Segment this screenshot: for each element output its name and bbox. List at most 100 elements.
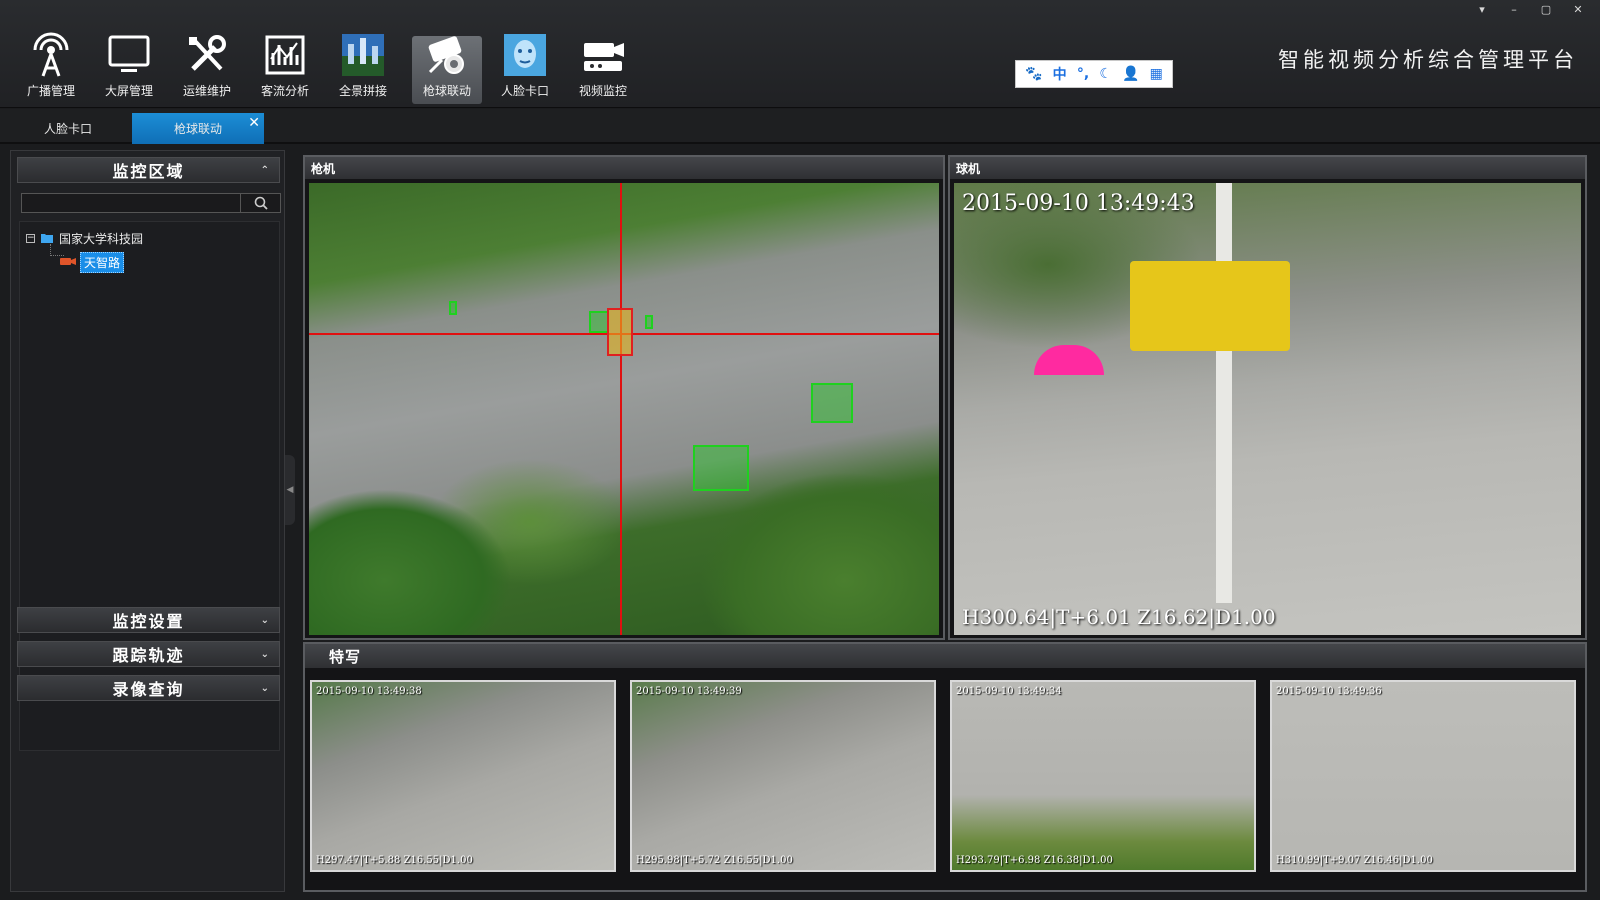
thumb-ptz: H297.47|T+5.88 Z16.55|D1.00 (316, 855, 473, 866)
video-frame: 2015-09-10 13:49:43 H300.64|T+6.01 Z16.6… (954, 183, 1581, 635)
chart-icon (260, 30, 310, 80)
toolbar-broadcast[interactable]: 广播管理 (16, 30, 86, 106)
target-box[interactable] (449, 301, 457, 315)
monitor-icon (104, 30, 154, 80)
gun-camera-video[interactable] (309, 183, 939, 635)
paw-icon[interactable]: 🐾 (1025, 66, 1042, 82)
thumb-ptz: H295.98|T+5.72 Z16.55|D1.00 (636, 855, 793, 866)
toolbar-camera-linkage[interactable]: 枪球联动 (412, 36, 482, 104)
ime-toolbar: 🐾 中 °, ☾ 👤 ▦ (1015, 60, 1173, 88)
menu-dropdown-icon[interactable]: ▾ (1468, 0, 1496, 18)
panel-splitter[interactable]: ◀ (285, 455, 295, 525)
punctuation-toggle[interactable]: °, (1077, 66, 1089, 82)
close-icon[interactable]: ✕ (248, 115, 260, 131)
search-input[interactable] (22, 194, 240, 212)
toolbar-label: 大屏管理 (104, 84, 153, 98)
toolbar-label: 广播管理 (26, 84, 75, 98)
panorama-icon (338, 30, 388, 80)
monitor-settings-header[interactable]: 监控设置 ⌄ (17, 607, 280, 633)
user-icon[interactable]: 👤 (1122, 66, 1139, 82)
left-panel: 监控区域 ⌃ − 国家大学科技园 天智路 监控设置 ⌄ 跟踪轨迹 ⌄ 录像查询 … (10, 150, 285, 892)
section-title: 监控区域 (112, 162, 185, 181)
video-frame (632, 682, 934, 870)
toolbar-maintenance[interactable]: 运维维护 (172, 30, 242, 106)
target-box[interactable] (589, 311, 609, 333)
ime-chinese-toggle[interactable]: 中 (1053, 64, 1067, 84)
toolbar-label: 枪球联动 (422, 84, 471, 98)
ball-camera-panel: 球机 2015-09-10 13:49:43 H300.64|T+6.01 Z1… (948, 155, 1587, 640)
toolbar-bigscreen[interactable]: 大屏管理 (94, 30, 164, 106)
thumb-timestamp: 2015-09-10 13:49:38 (316, 686, 422, 697)
tab-bar: 人脸卡口 枪球联动 ✕ (0, 109, 1600, 144)
toolbar-label: 视频监控 (578, 84, 627, 98)
video-frame (952, 682, 1254, 870)
search-icon[interactable] (240, 194, 280, 212)
panel-title: 特写 (305, 644, 1585, 668)
crosshair-vertical (620, 183, 622, 635)
tab-face-checkpoint[interactable]: 人脸卡口 (6, 113, 130, 144)
toolbar-label: 运维维护 (182, 84, 231, 98)
closeup-panel: 特写 2015-09-10 13:49:38 H297.47|T+5.88 Z1… (303, 642, 1587, 892)
collapse-icon[interactable]: − (26, 234, 35, 243)
tree-node-label: 国家大学科技园 (59, 232, 144, 246)
maximize-button[interactable]: ▢ (1532, 0, 1560, 18)
app-title: 智能视频分析综合管理平台 (1278, 48, 1578, 72)
area-tree: − 国家大学科技园 天智路 (19, 221, 280, 751)
closeup-thumb[interactable]: 2015-09-10 13:49:34 H293.79|T+6.98 Z16.3… (950, 680, 1256, 872)
tab-camera-linkage[interactable]: 枪球联动 ✕ (132, 113, 264, 144)
video-frame (312, 682, 614, 870)
main-toolbar: ▾ – ▢ ✕ 广播管理 大屏管理 运维维护 客流分析 全景拼接 枪球联动 人脸… (0, 0, 1600, 108)
tab-label: 枪球联动 (173, 122, 222, 136)
thumb-timestamp: 2015-09-10 13:49:34 (956, 686, 1062, 697)
section-title: 跟踪轨迹 (112, 646, 185, 665)
thumb-ptz: H293.79|T+6.98 Z16.38|D1.00 (956, 855, 1113, 866)
tracking-trail-header[interactable]: 跟踪轨迹 ⌄ (17, 641, 280, 667)
chevron-down-icon: ⌄ (260, 614, 271, 626)
section-title: 录像查询 (112, 680, 185, 699)
tree-node-label: 天智路 (80, 252, 125, 273)
ball-camera-timestamp: 2015-09-10 13:49:43 (962, 191, 1195, 216)
closeup-thumb[interactable]: 2015-09-10 13:49:38 H297.47|T+5.88 Z16.5… (310, 680, 616, 872)
tree-node-root[interactable]: − 国家大学科技园 (26, 230, 143, 247)
monitor-area-header[interactable]: 监控区域 ⌃ (17, 157, 280, 183)
window-controls: ▾ – ▢ ✕ (1468, 0, 1592, 18)
closeup-thumb[interactable]: 2015-09-10 13:49:39 H295.98|T+5.72 Z16.5… (630, 680, 936, 872)
panel-title: 枪机 (305, 157, 943, 179)
chevron-down-icon: ⌄ (260, 682, 271, 694)
ball-camera-ptz: H300.64|T+6.01 Z16.62|D1.00 (962, 605, 1276, 629)
toolbar-flow-analysis[interactable]: 客流分析 (250, 30, 320, 106)
minimize-button[interactable]: – (1500, 0, 1528, 18)
delivery-cart (1130, 261, 1290, 351)
gun-camera-panel: 枪机 (303, 155, 945, 640)
closeup-thumb[interactable]: 2015-09-10 13:49:36 H310.99|T+9.07 Z16.4… (1270, 680, 1576, 872)
search-box (21, 193, 281, 213)
toolbar-video-monitor[interactable]: 视频监控 (568, 30, 638, 106)
face-icon (500, 30, 550, 80)
pole (1216, 183, 1232, 603)
moon-icon[interactable]: ☾ (1099, 66, 1112, 82)
chevron-down-icon: ⌄ (260, 648, 271, 660)
target-box[interactable] (645, 315, 653, 329)
camera-icon (60, 256, 76, 270)
thumb-timestamp: 2015-09-10 13:49:36 (1276, 686, 1382, 697)
tree-node-child[interactable]: 天智路 (60, 252, 125, 273)
toolbar-panorama[interactable]: 全景拼接 (328, 30, 398, 106)
video-frame (309, 183, 939, 635)
close-button[interactable]: ✕ (1564, 0, 1592, 18)
thumb-timestamp: 2015-09-10 13:49:39 (636, 686, 742, 697)
toolbar-label: 全景拼接 (338, 84, 387, 98)
tools-icon (182, 30, 232, 80)
grid-icon[interactable]: ▦ (1150, 66, 1163, 82)
panel-title: 球机 (950, 157, 1585, 179)
video-frame (1272, 682, 1574, 870)
ball-camera-video[interactable]: 2015-09-10 13:49:43 H300.64|T+6.01 Z16.6… (954, 183, 1581, 635)
chevron-up-icon: ⌃ (260, 164, 271, 176)
toolbar-label: 人脸卡口 (500, 84, 549, 98)
target-box[interactable] (811, 383, 853, 423)
toolbar-face-checkpoint[interactable]: 人脸卡口 (490, 30, 560, 106)
target-box-selected[interactable] (607, 308, 633, 356)
thumb-ptz: H310.99|T+9.07 Z16.46|D1.00 (1276, 855, 1433, 866)
target-box[interactable] (693, 445, 749, 491)
recording-query-header[interactable]: 录像查询 ⌄ (17, 675, 280, 701)
section-title: 监控设置 (112, 612, 185, 631)
